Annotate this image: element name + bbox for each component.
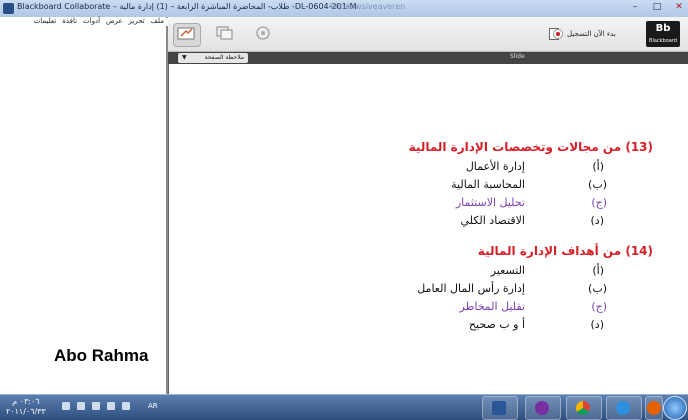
- windows-taskbar: ٠٣:٠٦ م ٢٠١١/٠٦/٣٣ AR: [0, 394, 688, 420]
- minimize-button[interactable]: –: [628, 2, 642, 13]
- record-icon: [553, 29, 563, 39]
- volume-icon[interactable]: [107, 402, 115, 410]
- menu-item-view[interactable]: عرض: [106, 17, 123, 26]
- title-bar: Blackboard Collaborate – طلاب- المحاضرة …: [0, 0, 688, 18]
- internet-explorer-icon: [616, 401, 630, 415]
- option-marker: (أ): [592, 160, 604, 173]
- chevron-down-icon: ▼: [182, 54, 187, 61]
- web-tour-icon: [256, 26, 270, 40]
- option-marker: (أ): [592, 264, 604, 277]
- option-text: أ و ب صحيح: [468, 318, 525, 331]
- participants-pane: Abo Rahma: [0, 26, 168, 394]
- taskbar-collaborate[interactable]: [525, 396, 561, 420]
- collaborate-icon: [535, 401, 549, 415]
- network-icon[interactable]: [92, 402, 100, 410]
- option-text-correct: تقليل المخاطر: [459, 300, 525, 313]
- menu-item-window[interactable]: نافذة: [62, 17, 77, 26]
- content-toolbar: بدء الآن التسجيل Bb Blackboard: [168, 17, 688, 52]
- question-heading-14: (14) من أهداف الإدارة المالية: [477, 244, 653, 258]
- option-marker: (ب): [588, 178, 607, 191]
- whiteboard-canvas[interactable]: (13) من مجالات وتخصصات الإدارة المالية (…: [168, 64, 688, 394]
- option-marker: (ج): [591, 196, 607, 209]
- presenter-name: Abo Rahma: [54, 346, 149, 365]
- record-control[interactable]: بدء الآن التسجيل: [553, 29, 616, 39]
- system-tray: [62, 402, 130, 410]
- menu-item-edit[interactable]: تحرير: [129, 17, 145, 26]
- option-text: إدارة رأس المال العامل: [417, 282, 525, 295]
- background-window-title: Windowsiveaveren: [330, 2, 406, 11]
- option-text: التسعير: [490, 264, 525, 277]
- action-center-icon[interactable]: [122, 402, 130, 410]
- option-marker: (ج): [591, 300, 607, 313]
- maximize-button[interactable]: □: [650, 2, 664, 13]
- option-marker: (د): [590, 318, 604, 331]
- menu-bar: ملف تحرير عرض أدوات نافذة تعليمات: [0, 17, 166, 26]
- record-label: بدء الآن التسجيل: [567, 30, 616, 38]
- whiteboard-header: ▼ ملاحظة الصفحة Slide: [168, 52, 688, 64]
- word-icon: [492, 401, 506, 415]
- whiteboard-button[interactable]: [173, 23, 201, 47]
- whiteboard-icon: [177, 27, 195, 40]
- tray-icon[interactable]: [77, 402, 85, 410]
- page-notes-dropdown[interactable]: ▼ ملاحظة الصفحة: [178, 53, 248, 63]
- system-clock[interactable]: ٠٣:٠٦ م ٢٠١١/٠٦/٣٣: [6, 397, 46, 417]
- app-icon: [3, 3, 14, 14]
- taskbar-internet-explorer[interactable]: [606, 396, 642, 420]
- menu-item-tools[interactable]: أدوات: [83, 17, 100, 26]
- option-text-correct: تحليل الاستثمار: [455, 196, 525, 209]
- close-button[interactable]: ✕: [672, 2, 686, 13]
- option-text: الاقتصاد الكلي: [460, 214, 526, 227]
- taskbar-chrome[interactable]: [566, 396, 602, 420]
- option-marker: (د): [590, 214, 604, 227]
- question-heading-13: (13) من مجالات وتخصصات الإدارة المالية: [408, 140, 653, 154]
- application-share-button[interactable]: [212, 23, 238, 45]
- option-marker: (ب): [588, 282, 607, 295]
- window-title: Blackboard Collaborate – طلاب- المحاضرة …: [17, 2, 357, 11]
- blackboard-logo: Bb Blackboard: [646, 21, 680, 47]
- menu-item-help[interactable]: تعليمات: [34, 17, 57, 26]
- chrome-icon: [576, 401, 590, 415]
- option-text: المحاسبة المالية: [451, 178, 525, 191]
- option-text: إدارة الأعمال: [465, 160, 525, 173]
- language-indicator[interactable]: AR: [148, 402, 158, 410]
- tray-icon[interactable]: [62, 402, 70, 410]
- firefox-icon: [647, 401, 661, 415]
- application-share-icon: [216, 26, 233, 40]
- taskbar-firefox[interactable]: [645, 396, 663, 420]
- collaborate-main-area: بدء الآن التسجيل Bb Blackboard ▼ ملاحظة …: [168, 17, 688, 394]
- menu-item-file[interactable]: ملف: [151, 17, 164, 26]
- windows-start-icon[interactable]: [663, 396, 687, 420]
- slide-label: Slide: [510, 53, 525, 60]
- taskbar-word[interactable]: [482, 396, 518, 420]
- web-tour-button[interactable]: [250, 23, 276, 45]
